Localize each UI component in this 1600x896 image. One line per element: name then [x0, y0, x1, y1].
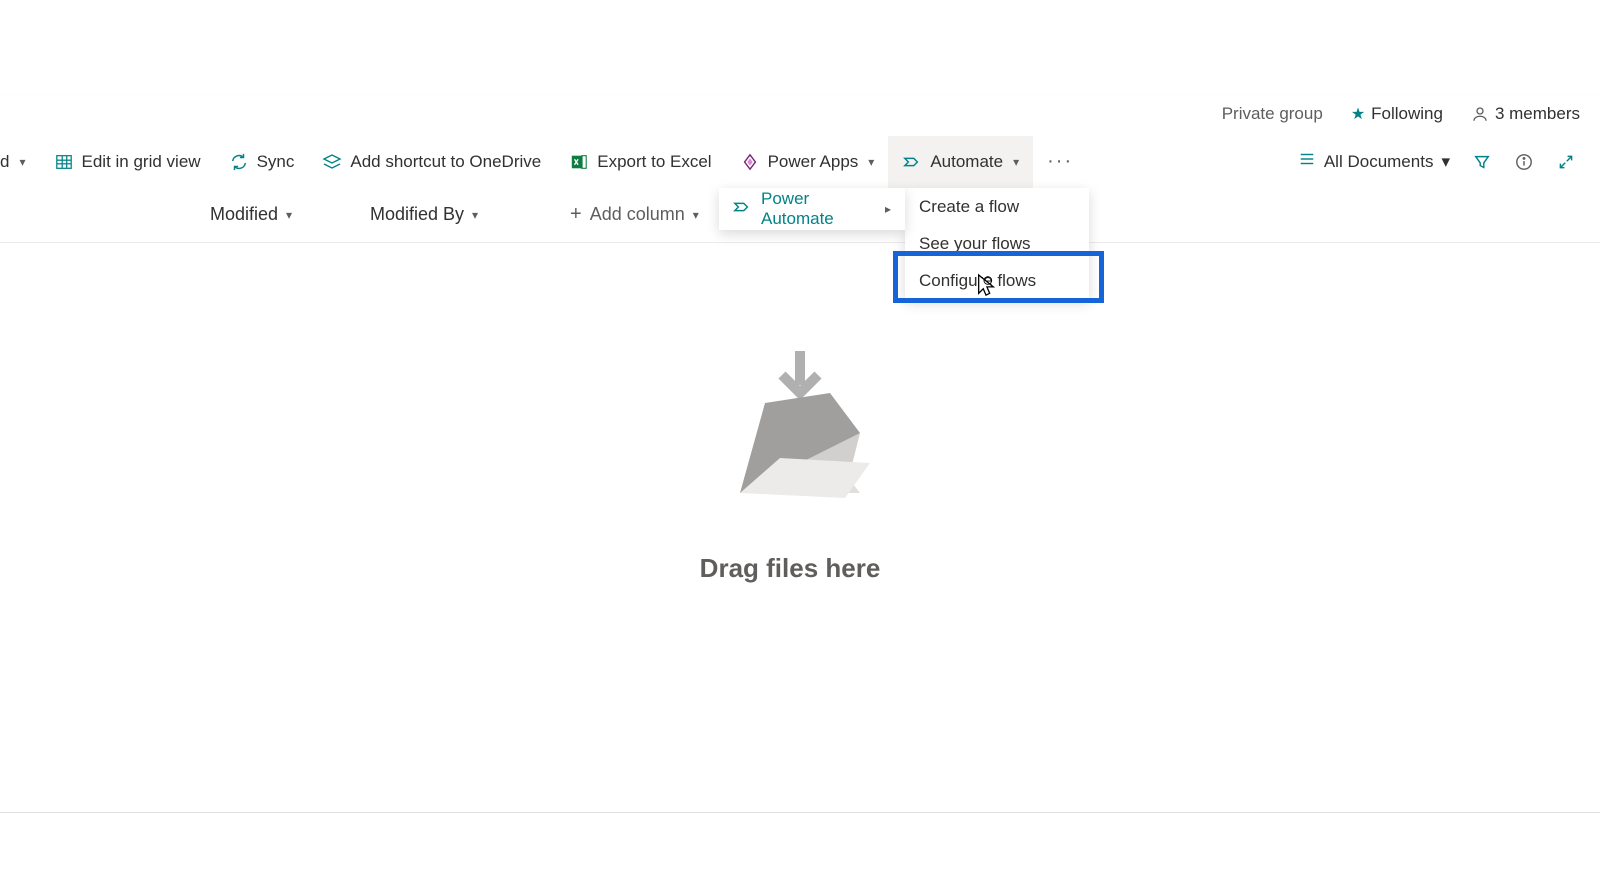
plus-icon: + [570, 203, 582, 226]
column-modified-by[interactable]: Modified By ▾ [370, 204, 570, 225]
add-column-button[interactable]: + Add column ▾ [570, 203, 699, 226]
more-commands-button[interactable]: ··· [1033, 136, 1087, 188]
power-apps-icon [740, 152, 760, 172]
star-icon: ★ [1351, 104, 1365, 124]
info-icon [1515, 153, 1533, 171]
chevron-down-icon: ▾ [1441, 152, 1450, 172]
configure-flows-item[interactable]: Configure flows [905, 262, 1089, 299]
excel-icon [569, 152, 589, 172]
grid-icon [54, 152, 74, 172]
edit-grid-view-button[interactable]: Edit in grid view [40, 136, 215, 188]
see-your-flows-item[interactable]: See your flows [905, 225, 1089, 262]
column-modified[interactable]: Modified ▾ [210, 204, 370, 225]
sync-icon [229, 152, 249, 172]
site-header: Private group ★ Following 3 members [0, 95, 1600, 135]
expand-button[interactable] [1546, 142, 1586, 182]
command-bar: d ▾ Edit in grid view Sync [0, 135, 1600, 187]
chevron-down-icon: ▾ [286, 208, 292, 222]
filter-button[interactable] [1462, 142, 1502, 182]
footer-divider [0, 812, 1600, 813]
empty-state: Drag files here [0, 343, 1600, 584]
power-apps-button[interactable]: Power Apps ▾ [726, 136, 889, 188]
empty-state-text: Drag files here [700, 553, 881, 584]
sync-button[interactable]: Sync [215, 136, 309, 188]
right-tools: All Documents ▾ [1288, 142, 1586, 182]
chevron-down-icon: ▾ [693, 208, 699, 222]
partial-command[interactable]: d ▾ [0, 136, 40, 188]
follow-toggle[interactable]: ★ Following [1351, 104, 1443, 124]
power-automate-submenu: Create a flow See your flows Configure f… [905, 188, 1089, 299]
power-automate-item[interactable]: Power Automate ▸ [719, 188, 905, 230]
expand-icon [1558, 154, 1574, 170]
create-flow-item[interactable]: Create a flow [905, 188, 1089, 225]
filter-icon [1473, 153, 1491, 171]
info-button[interactable] [1504, 142, 1544, 182]
chevron-down-icon: ▾ [19, 155, 25, 169]
chevron-down-icon: ▾ [1013, 155, 1019, 169]
export-excel-button[interactable]: Export to Excel [555, 136, 725, 188]
power-automate-icon [733, 198, 751, 221]
automate-button[interactable]: Automate ▾ [888, 136, 1033, 188]
onedrive-shortcut-icon [322, 152, 342, 172]
automate-icon [902, 152, 922, 172]
members-info[interactable]: 3 members [1471, 104, 1580, 124]
chevron-down-icon: ▾ [472, 208, 478, 222]
view-name: All Documents [1324, 152, 1434, 172]
members-label: 3 members [1495, 104, 1580, 124]
list-icon [1298, 150, 1316, 173]
add-shortcut-button[interactable]: Add shortcut to OneDrive [308, 136, 555, 188]
automate-submenu: Power Automate ▸ [719, 188, 905, 230]
group-privacy: Private group [1222, 104, 1323, 124]
chevron-right-icon: ▸ [885, 202, 891, 216]
following-label: Following [1371, 104, 1443, 124]
chevron-down-icon: ▾ [868, 155, 874, 169]
view-picker[interactable]: All Documents ▾ [1288, 142, 1460, 182]
empty-folder-illustration [710, 343, 890, 513]
person-icon [1471, 105, 1489, 123]
